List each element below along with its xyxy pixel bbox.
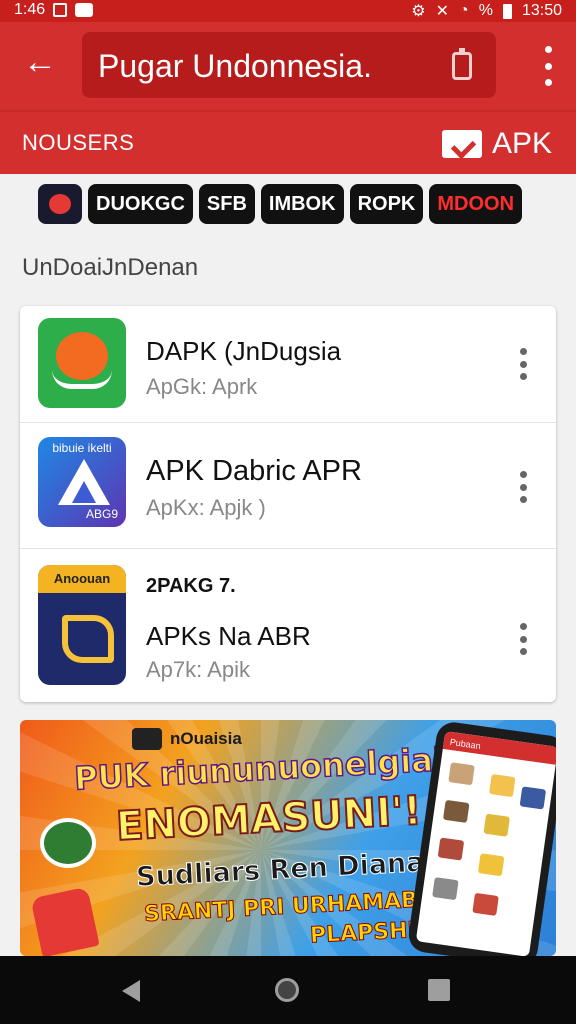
app-subtitle: Ap7k: Apik xyxy=(146,657,250,682)
app-icon-orange xyxy=(38,318,126,408)
banner-logo-icon xyxy=(132,728,162,750)
app-subtitle: ApGk: Aprk xyxy=(146,374,258,399)
app-list: DAPK (JnDugsia ApGk: Aprk bibuie ikelti … xyxy=(20,306,556,702)
app-icon-caption: bibuie ikelti xyxy=(52,441,112,455)
app-icon-caption: Anoouan xyxy=(38,565,126,593)
hand-icon xyxy=(30,886,100,956)
status-time-left: 1:46 xyxy=(14,1,46,18)
more-options-icon[interactable] xyxy=(520,348,528,380)
notification-box-icon xyxy=(53,3,68,17)
chip-1[interactable]: DUOKGC xyxy=(88,184,193,224)
chip-logo-icon[interactable] xyxy=(38,184,82,224)
banner-tag: nOuaisia xyxy=(132,728,242,750)
status-bar: 1:46 ⚙ ✕ ◔ % 13:50 xyxy=(0,0,576,22)
sub-bar: NOUSERS APK xyxy=(0,110,576,174)
nav-back-icon[interactable] xyxy=(122,980,140,1002)
app-list-item[interactable]: Anoouan 2PAKG 7. APKs Na ABR Ap7k: Apik xyxy=(20,549,556,702)
chat-bubble-icon xyxy=(40,818,96,868)
navigation-bar xyxy=(0,956,576,1024)
category-chips: DUOKGC SFB IMBOK ROPK MDOON xyxy=(38,184,523,224)
clipboard-icon[interactable] xyxy=(452,48,472,80)
app-name: APK Dabric APR xyxy=(146,455,362,487)
app-icon-logo: Anoouan xyxy=(38,565,126,685)
phone-tile xyxy=(477,853,505,877)
phone-screen: Pubaan xyxy=(415,731,556,956)
phone-header-text: Pubaan xyxy=(449,736,482,752)
more-options-icon[interactable] xyxy=(520,623,528,655)
phone-tile xyxy=(442,799,470,823)
search-query[interactable]: Pugar Undonnesia. xyxy=(98,48,372,85)
phone-header: Pubaan xyxy=(442,731,556,765)
apk-button[interactable]: APK xyxy=(441,124,552,164)
shopping-bag-icon xyxy=(75,3,94,17)
app-tag: 2PAKG 7. xyxy=(146,575,236,597)
chip-3[interactable]: IMBOK xyxy=(260,184,344,224)
mute-icon: ✕ xyxy=(435,3,450,20)
search-field[interactable]: Pugar Undonnesia. xyxy=(82,32,496,98)
settings-icon: ⚙ xyxy=(411,3,426,20)
chip-5[interactable]: MDOON xyxy=(429,184,523,224)
nav-recents-icon[interactable] xyxy=(428,979,450,1001)
phone-tile xyxy=(489,773,516,798)
app-list-item[interactable]: bibuie ikelti ABG9 APK Dabric APR ApKx: … xyxy=(20,423,556,549)
battery-percent: % xyxy=(478,2,493,19)
apk-install-icon xyxy=(441,130,482,158)
promo-banner[interactable]: nOuaisia PUK riununuonelgiai ENOMASUNI'!… xyxy=(20,720,556,956)
more-options-icon[interactable] xyxy=(520,471,528,503)
status-time-right: 13:50 xyxy=(521,2,562,19)
app-list-item[interactable]: DAPK (JnDugsia ApGk: Aprk xyxy=(20,306,556,423)
app-subtitle: ApKx: Apjk ) xyxy=(146,495,266,520)
phone-tile xyxy=(437,837,465,861)
nav-home-icon[interactable] xyxy=(275,978,299,1002)
app-name: DAPK (JnDugsia xyxy=(146,336,342,366)
phone-tile xyxy=(519,786,547,810)
battery-icon xyxy=(502,3,512,19)
wifi-icon: ◔ xyxy=(459,2,469,19)
chip-4[interactable]: ROPK xyxy=(349,184,424,224)
section-title: UnDoaiJnDenan xyxy=(22,254,199,281)
phone-tile xyxy=(483,813,510,837)
apk-button-label: APK xyxy=(491,127,552,160)
phone-tile xyxy=(472,892,499,916)
app-bar: ← Pugar Undonnesia. xyxy=(0,22,576,110)
back-arrow-icon[interactable]: ← xyxy=(18,42,62,86)
app-name: APKs Na ABR xyxy=(146,621,311,651)
banner-tag-text: nOuaisia xyxy=(170,729,242,748)
phone-tile xyxy=(448,762,475,786)
overflow-menu-icon[interactable] xyxy=(542,46,554,86)
phone-tile xyxy=(432,877,459,901)
app-icon-triangle: bibuie ikelti ABG9 xyxy=(38,437,126,527)
sub-bar-title: NOUSERS xyxy=(22,130,135,155)
chip-2[interactable]: SFB xyxy=(198,184,255,224)
app-icon-badge: ABG9 xyxy=(85,507,118,521)
